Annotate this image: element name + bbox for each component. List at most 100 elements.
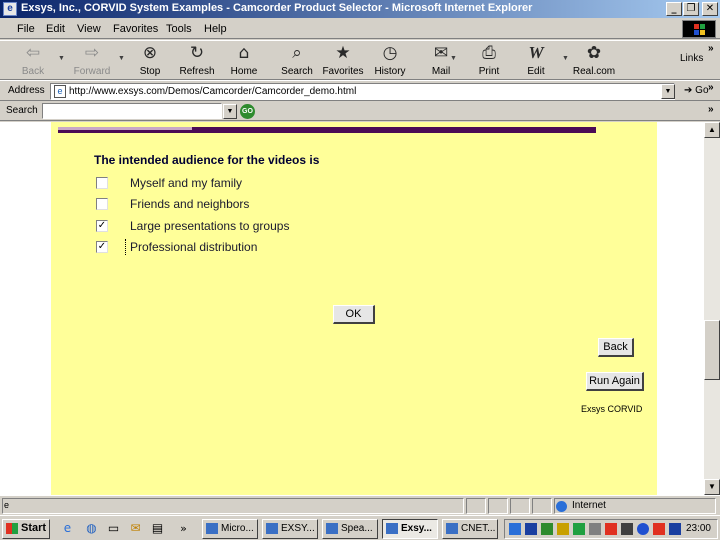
home-button[interactable]: ⌂ Home [226, 43, 262, 79]
address-dropdown-button[interactable]: ▼ [661, 84, 675, 99]
task-micro[interactable]: Micro... [202, 519, 258, 539]
edit-dropdown-icon[interactable]: ▼ [562, 55, 569, 62]
task-icon [446, 523, 458, 534]
tray-network-icon[interactable] [509, 523, 521, 535]
system-tray: 23:00 [504, 519, 718, 539]
search-go-button[interactable]: GO [240, 104, 255, 119]
standard-toolbar: ⇦ Back ▼ ⇨ Forward ▼ ⊗ Stop ↻ Refresh ⌂ … [0, 40, 720, 80]
task-spea[interactable]: Spea... [322, 519, 378, 539]
menu-help[interactable]: Help [204, 23, 227, 35]
back-button[interactable]: ⇦ Back [16, 43, 50, 79]
quicklaunch-outlook-icon[interactable]: ✉ [128, 521, 143, 536]
back-page-button[interactable]: Back [598, 338, 634, 357]
task-exsys-active[interactable]: Exsy... [382, 519, 438, 539]
tray-media-icon[interactable] [637, 523, 649, 535]
favorites-button[interactable]: ★ Favorites [320, 43, 366, 79]
history-button[interactable]: ◷ History [370, 43, 410, 79]
ie-icon[interactable]: e [3, 2, 17, 16]
edit-icon: W [528, 43, 544, 62]
print-button[interactable]: ⎙ Print [472, 43, 506, 79]
menu-tools[interactable]: Tools [166, 23, 192, 35]
clock: 23:00 [685, 523, 711, 534]
address-chevron-icon[interactable]: » [708, 82, 714, 93]
page-content: The intended audience for the videos is … [0, 122, 704, 495]
realcom-button[interactable]: ✿ Real.com [570, 43, 618, 79]
back-dropdown-icon[interactable]: ▼ [58, 55, 65, 62]
maximize-button[interactable]: ❐ [683, 2, 699, 16]
checkbox-professional-distribution[interactable]: ✓ [96, 241, 108, 253]
task-cnet[interactable]: CNET... [442, 519, 498, 539]
mail-dropdown-icon[interactable]: ▼ [450, 55, 457, 62]
links-label[interactable]: Links [680, 53, 703, 64]
quicklaunch-ie-icon[interactable]: e [60, 521, 75, 536]
focus-indicator [125, 239, 126, 255]
minimize-button[interactable]: _ [666, 2, 682, 16]
chevron-right-icon[interactable]: » [708, 43, 714, 54]
tray-app-icon[interactable] [573, 523, 585, 535]
run-again-button[interactable]: Run Again [586, 372, 644, 391]
search-chevron-icon[interactable]: » [708, 104, 714, 115]
task-exsys-1[interactable]: EXSY... [262, 519, 318, 539]
tray-disk-icon[interactable] [589, 523, 601, 535]
close-button[interactable]: ✕ [702, 2, 718, 16]
refresh-button[interactable]: ↻ Refresh [176, 43, 218, 79]
scroll-thumb[interactable] [704, 320, 720, 380]
tray-sound-icon[interactable] [541, 523, 553, 535]
favorites-icon: ★ [335, 43, 351, 63]
internet-globe-icon [556, 501, 567, 512]
address-bar: Address e http://www.exsys.com/Demos/Cam… [0, 80, 720, 101]
zone-label: Internet [572, 500, 606, 511]
question-text: The intended audience for the videos is [94, 153, 320, 167]
forward-button[interactable]: ⇨ Forward [70, 43, 114, 79]
forward-dropdown-icon[interactable]: ▼ [118, 55, 125, 62]
stop-button[interactable]: ⊗ Stop [132, 43, 168, 79]
selector-panel: The intended audience for the videos is … [51, 122, 657, 495]
tray-language-icon[interactable] [525, 523, 537, 535]
search-icon: ⌕ [292, 43, 302, 63]
refresh-icon: ↻ [189, 43, 205, 63]
status-bar: e Internet [0, 495, 720, 515]
tray-alert-icon[interactable] [605, 523, 617, 535]
quicklaunch-chevron-icon[interactable]: » [176, 521, 191, 536]
forward-arrow-icon: ⇨ [84, 43, 100, 63]
go-button[interactable]: ➔ Go [684, 85, 709, 96]
scroll-up-button[interactable]: ▲ [704, 122, 720, 138]
task-icon [266, 523, 278, 534]
home-icon: ⌂ [238, 43, 250, 63]
edit-button[interactable]: W Edit [520, 43, 552, 79]
menu-favorites[interactable]: Favorites [113, 23, 158, 35]
tray-messenger-icon[interactable] [669, 523, 681, 535]
history-icon: ◷ [382, 43, 398, 63]
task-icon [206, 523, 218, 534]
menu-file[interactable]: File [17, 23, 35, 35]
mail-icon: ✉ [433, 43, 449, 63]
tray-av-icon[interactable] [653, 523, 665, 535]
address-input[interactable]: e http://www.exsys.com/Demos/Camcorder/C… [50, 83, 675, 100]
quicklaunch-globe-icon[interactable]: ◍ [84, 521, 99, 536]
tray-tool-icon[interactable] [557, 523, 569, 535]
window-title: Exsys, Inc., CORVID System Examples - Ca… [21, 2, 533, 14]
tray-calendar-icon[interactable] [621, 523, 633, 535]
search-dropdown-button[interactable]: ▼ [223, 104, 237, 119]
quicklaunch-desktop-icon[interactable]: ▭ [106, 521, 121, 536]
status-page-icon: e [4, 500, 10, 510]
checkbox-large-presentations[interactable]: ✓ [96, 220, 108, 232]
quicklaunch-app-icon[interactable]: ▤ [150, 521, 165, 536]
taskbar: Start e ◍ ▭ ✉ ▤ » Micro... EXSY... Spea.… [0, 515, 720, 540]
search-button[interactable]: ⌕ Search [278, 43, 316, 79]
windows-flag-icon [6, 523, 18, 534]
task-icon [326, 523, 338, 534]
title-bar: e Exsys, Inc., CORVID System Examples - … [0, 0, 720, 18]
checkbox-myself-family[interactable] [96, 177, 108, 189]
menu-edit[interactable]: Edit [46, 23, 65, 35]
address-url: http://www.exsys.com/Demos/Camcorder/Cam… [69, 86, 357, 97]
vertical-scrollbar[interactable]: ▲ ▼ [704, 122, 720, 495]
credit-text: Exsys CORVID [581, 404, 643, 414]
scroll-down-button[interactable]: ▼ [704, 479, 720, 495]
status-text [2, 498, 464, 514]
checkbox-friends-neighbors[interactable] [96, 198, 108, 210]
search-input[interactable] [42, 103, 222, 119]
start-button[interactable]: Start [2, 519, 50, 539]
menu-view[interactable]: View [77, 23, 101, 35]
ok-button[interactable]: OK [333, 305, 375, 324]
